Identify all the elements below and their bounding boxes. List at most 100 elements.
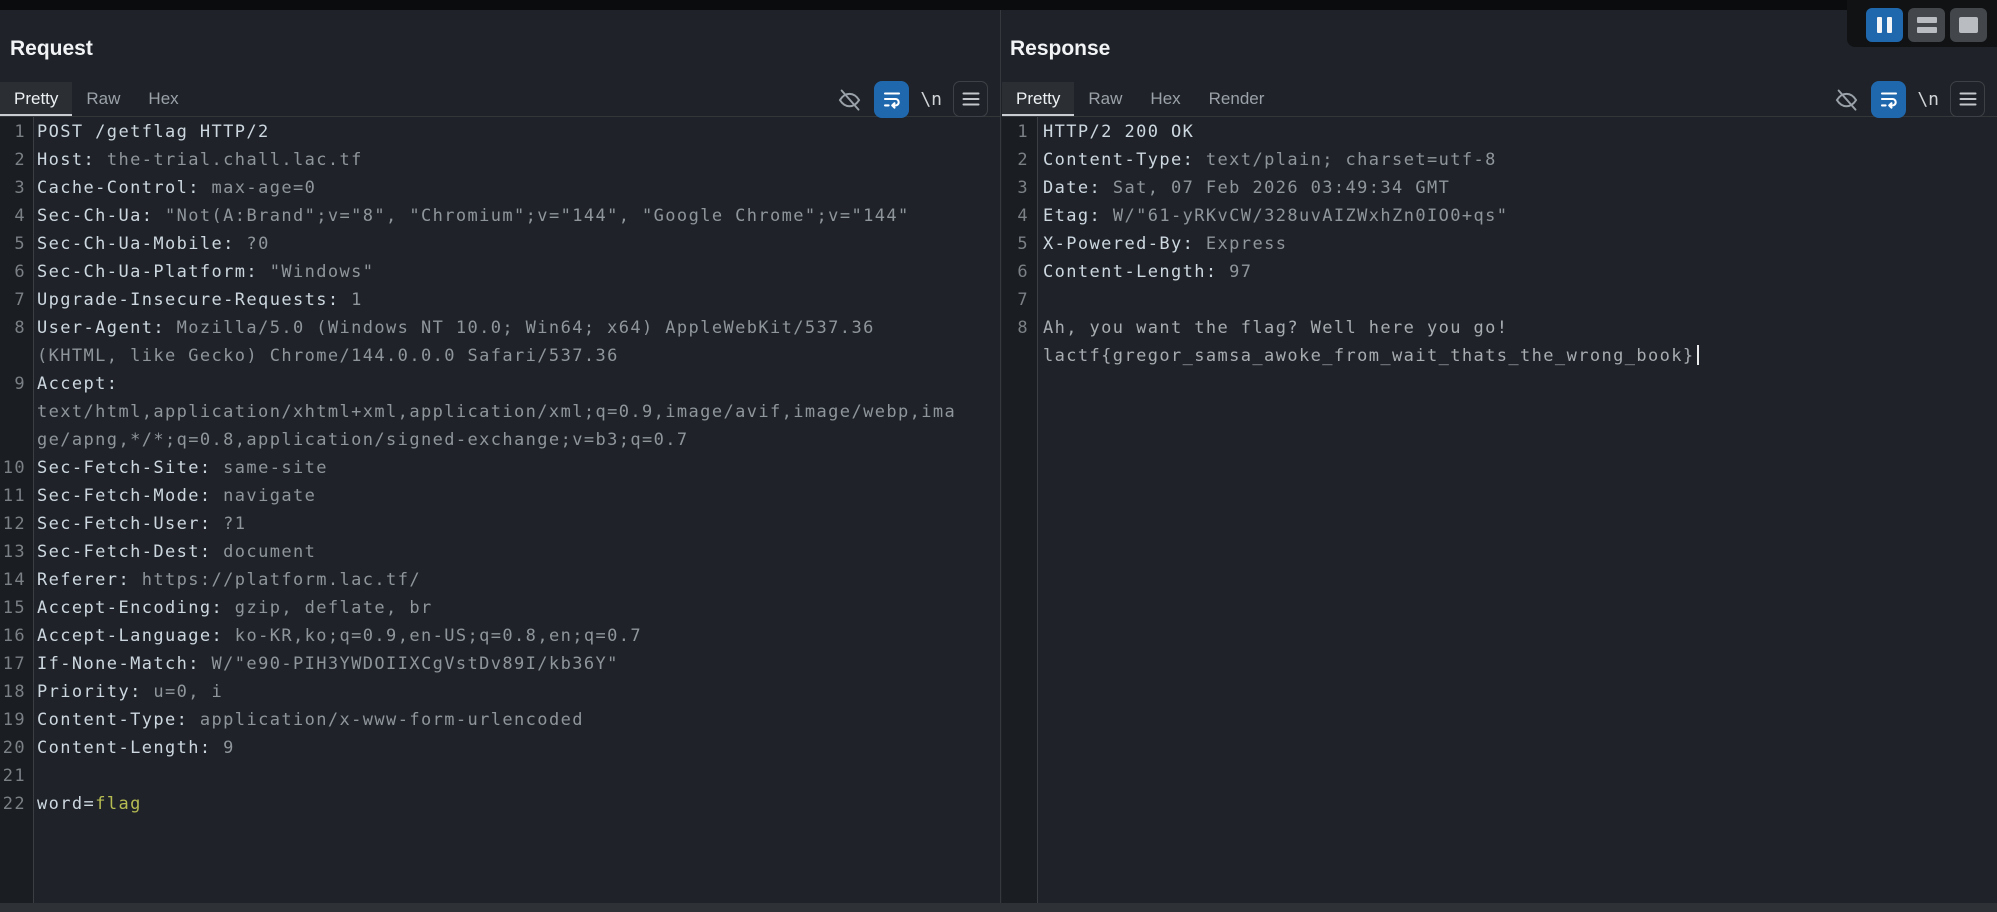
code-token: Ah, you want the flag? Well here you go! — [1043, 318, 1508, 338]
code-token: Sec-Fetch-Mode: — [37, 486, 212, 506]
code-token: (KHTML, like Gecko) Chrome/144.0.0.0 Saf… — [37, 346, 619, 366]
request-tab-raw[interactable]: Raw — [72, 82, 134, 116]
code-line: 5X-Powered-By: Express — [1002, 230, 1997, 258]
hide-eye-icon[interactable] — [1833, 86, 1860, 113]
response-tab-render[interactable]: Render — [1195, 82, 1279, 116]
horizontal-scrollbar[interactable] — [0, 903, 1997, 912]
line-number: 14 — [0, 566, 33, 594]
line-number: 19 — [0, 706, 33, 734]
code-token: Date: — [1043, 178, 1101, 198]
line-number: 12 — [0, 510, 33, 538]
menu-icon[interactable] — [1950, 81, 1985, 117]
code-token: Sec-Fetch-Dest: — [37, 542, 212, 562]
line-number: 9 — [0, 370, 33, 398]
line-number: 5 — [0, 230, 33, 258]
code-line: 9Accept: — [0, 370, 1000, 398]
request-editor[interactable]: 1POST /getflag HTTP/22Host: the-trial.ch… — [0, 117, 1000, 903]
code-line: 2Host: the-trial.chall.lac.tf — [0, 146, 1000, 174]
word-wrap-toggle-icon[interactable] — [874, 81, 909, 118]
code-token: ?1 — [212, 514, 247, 534]
code-line: 15Accept-Encoding: gzip, deflate, br — [0, 594, 1000, 622]
code-token: u=0, i — [142, 682, 223, 702]
word-wrap-toggle-icon[interactable] — [1871, 81, 1906, 118]
code-token: document — [212, 542, 317, 562]
request-toolbar: \n — [836, 82, 1000, 116]
line-number: 5 — [1002, 230, 1037, 258]
code-token: navigate — [212, 486, 317, 506]
line-number — [1002, 342, 1037, 370]
top-bar — [0, 0, 1997, 10]
code-token: ?0 — [235, 234, 270, 254]
menu-icon[interactable] — [953, 81, 988, 117]
code-token: same-site — [212, 458, 328, 478]
code-token: Sec-Fetch-Site: — [37, 458, 212, 478]
line-number: 11 — [0, 482, 33, 510]
code-token: POST /getflag HTTP/2 — [37, 122, 270, 142]
code-token: HTTP/2 200 OK — [1043, 122, 1194, 142]
code-token: Content-Length: — [1043, 262, 1218, 282]
request-panel: Request Pretty Raw Hex \n — [0, 10, 1001, 903]
response-tab-hex[interactable]: Hex — [1136, 82, 1194, 116]
code-line: text/html,application/xhtml+xml,applicat… — [0, 398, 1000, 426]
code-token: max-age=0 — [200, 178, 316, 198]
response-panel: Response Pretty Raw Hex Render \n — [1002, 10, 1997, 903]
line-number: 2 — [0, 146, 33, 174]
code-token: W/"e90-PIH3YWDOIIXCgVstDv89I/kb36Y" — [200, 654, 619, 674]
code-line: 11Sec-Fetch-Mode: navigate — [0, 482, 1000, 510]
newline-toggle-icon[interactable]: \n — [1917, 89, 1939, 110]
code-token: Referer: — [37, 570, 130, 590]
code-token: Mozilla/5.0 (Windows NT 10.0; Win64; x64… — [165, 318, 875, 338]
code-token: Accept: — [37, 374, 118, 394]
response-editor[interactable]: 1HTTP/2 200 OK2Content-Type: text/plain;… — [1002, 117, 1997, 903]
response-tab-raw[interactable]: Raw — [1074, 82, 1136, 116]
response-tab-pretty[interactable]: Pretty — [1002, 82, 1074, 116]
code-token: word= — [37, 794, 95, 814]
code-token: "Windows" — [258, 262, 374, 282]
request-tab-pretty[interactable]: Pretty — [0, 82, 72, 116]
code-token: lactf{gregor_samsa_awoke_from_wait_thats… — [1043, 346, 1695, 366]
code-token: W/"61-yRKvCW/328uvAIZWxhZn0IO0+qs" — [1101, 206, 1508, 226]
hide-eye-icon[interactable] — [836, 86, 863, 113]
line-number: 4 — [1002, 202, 1037, 230]
line-number: 3 — [1002, 174, 1037, 202]
code-token: If-None-Match: — [37, 654, 200, 674]
code-token: ge/apng,*/*;q=0.8,application/signed-exc… — [37, 430, 689, 450]
code-token: Upgrade-Insecure-Requests: — [37, 290, 340, 310]
code-line: 1POST /getflag HTTP/2 — [0, 118, 1000, 146]
response-toolbar: \n — [1833, 82, 1997, 116]
code-line: 4Etag: W/"61-yRKvCW/328uvAIZWxhZn0IO0+qs… — [1002, 202, 1997, 230]
code-token: 9 — [212, 738, 235, 758]
line-number: 22 — [0, 790, 33, 818]
code-line: 22word=flag — [0, 790, 1000, 818]
newline-toggle-icon[interactable]: \n — [920, 89, 942, 110]
code-token: text/html,application/xhtml+xml,applicat… — [37, 402, 956, 422]
request-tab-hex[interactable]: Hex — [134, 82, 192, 116]
line-number: 8 — [1002, 314, 1037, 342]
line-number: 4 — [0, 202, 33, 230]
line-number: 1 — [1002, 118, 1037, 146]
code-line: 21 — [0, 762, 1000, 790]
code-line: 7 — [1002, 286, 1997, 314]
text-cursor — [1697, 345, 1699, 365]
code-token: text/plain; charset=utf-8 — [1194, 150, 1497, 170]
line-number — [0, 342, 33, 370]
code-line: 5Sec-Ch-Ua-Mobile: ?0 — [0, 230, 1000, 258]
line-number: 8 — [0, 314, 33, 342]
code-line: 8 Ah, you want the flag? Well here you go… — [1002, 314, 1997, 342]
response-tab-bar: Pretty Raw Hex Render \n — [1002, 82, 1997, 117]
code-token: Content-Type: — [37, 710, 188, 730]
code-token: Sec-Ch-Ua: — [37, 206, 153, 226]
response-panel-title: Response — [1010, 37, 1997, 61]
line-number: 7 — [0, 286, 33, 314]
code-token: Accept-Encoding: — [37, 598, 223, 618]
code-line: 12Sec-Fetch-User: ?1 — [0, 510, 1000, 538]
line-number: 16 — [0, 622, 33, 650]
code-line: 14Referer: https://platform.lac.tf/ — [0, 566, 1000, 594]
line-number: 13 — [0, 538, 33, 566]
line-number: 21 — [0, 762, 33, 790]
code-line: 3Date: Sat, 07 Feb 2026 03:49:34 GMT — [1002, 174, 1997, 202]
code-token: 1 — [340, 290, 363, 310]
code-token: "Not(A:Brand";v="8", "Chromium";v="144",… — [153, 206, 909, 226]
code-token: https://platform.lac.tf/ — [130, 570, 421, 590]
code-line: 17If-None-Match: W/"e90-PIH3YWDOIIXCgVst… — [0, 650, 1000, 678]
